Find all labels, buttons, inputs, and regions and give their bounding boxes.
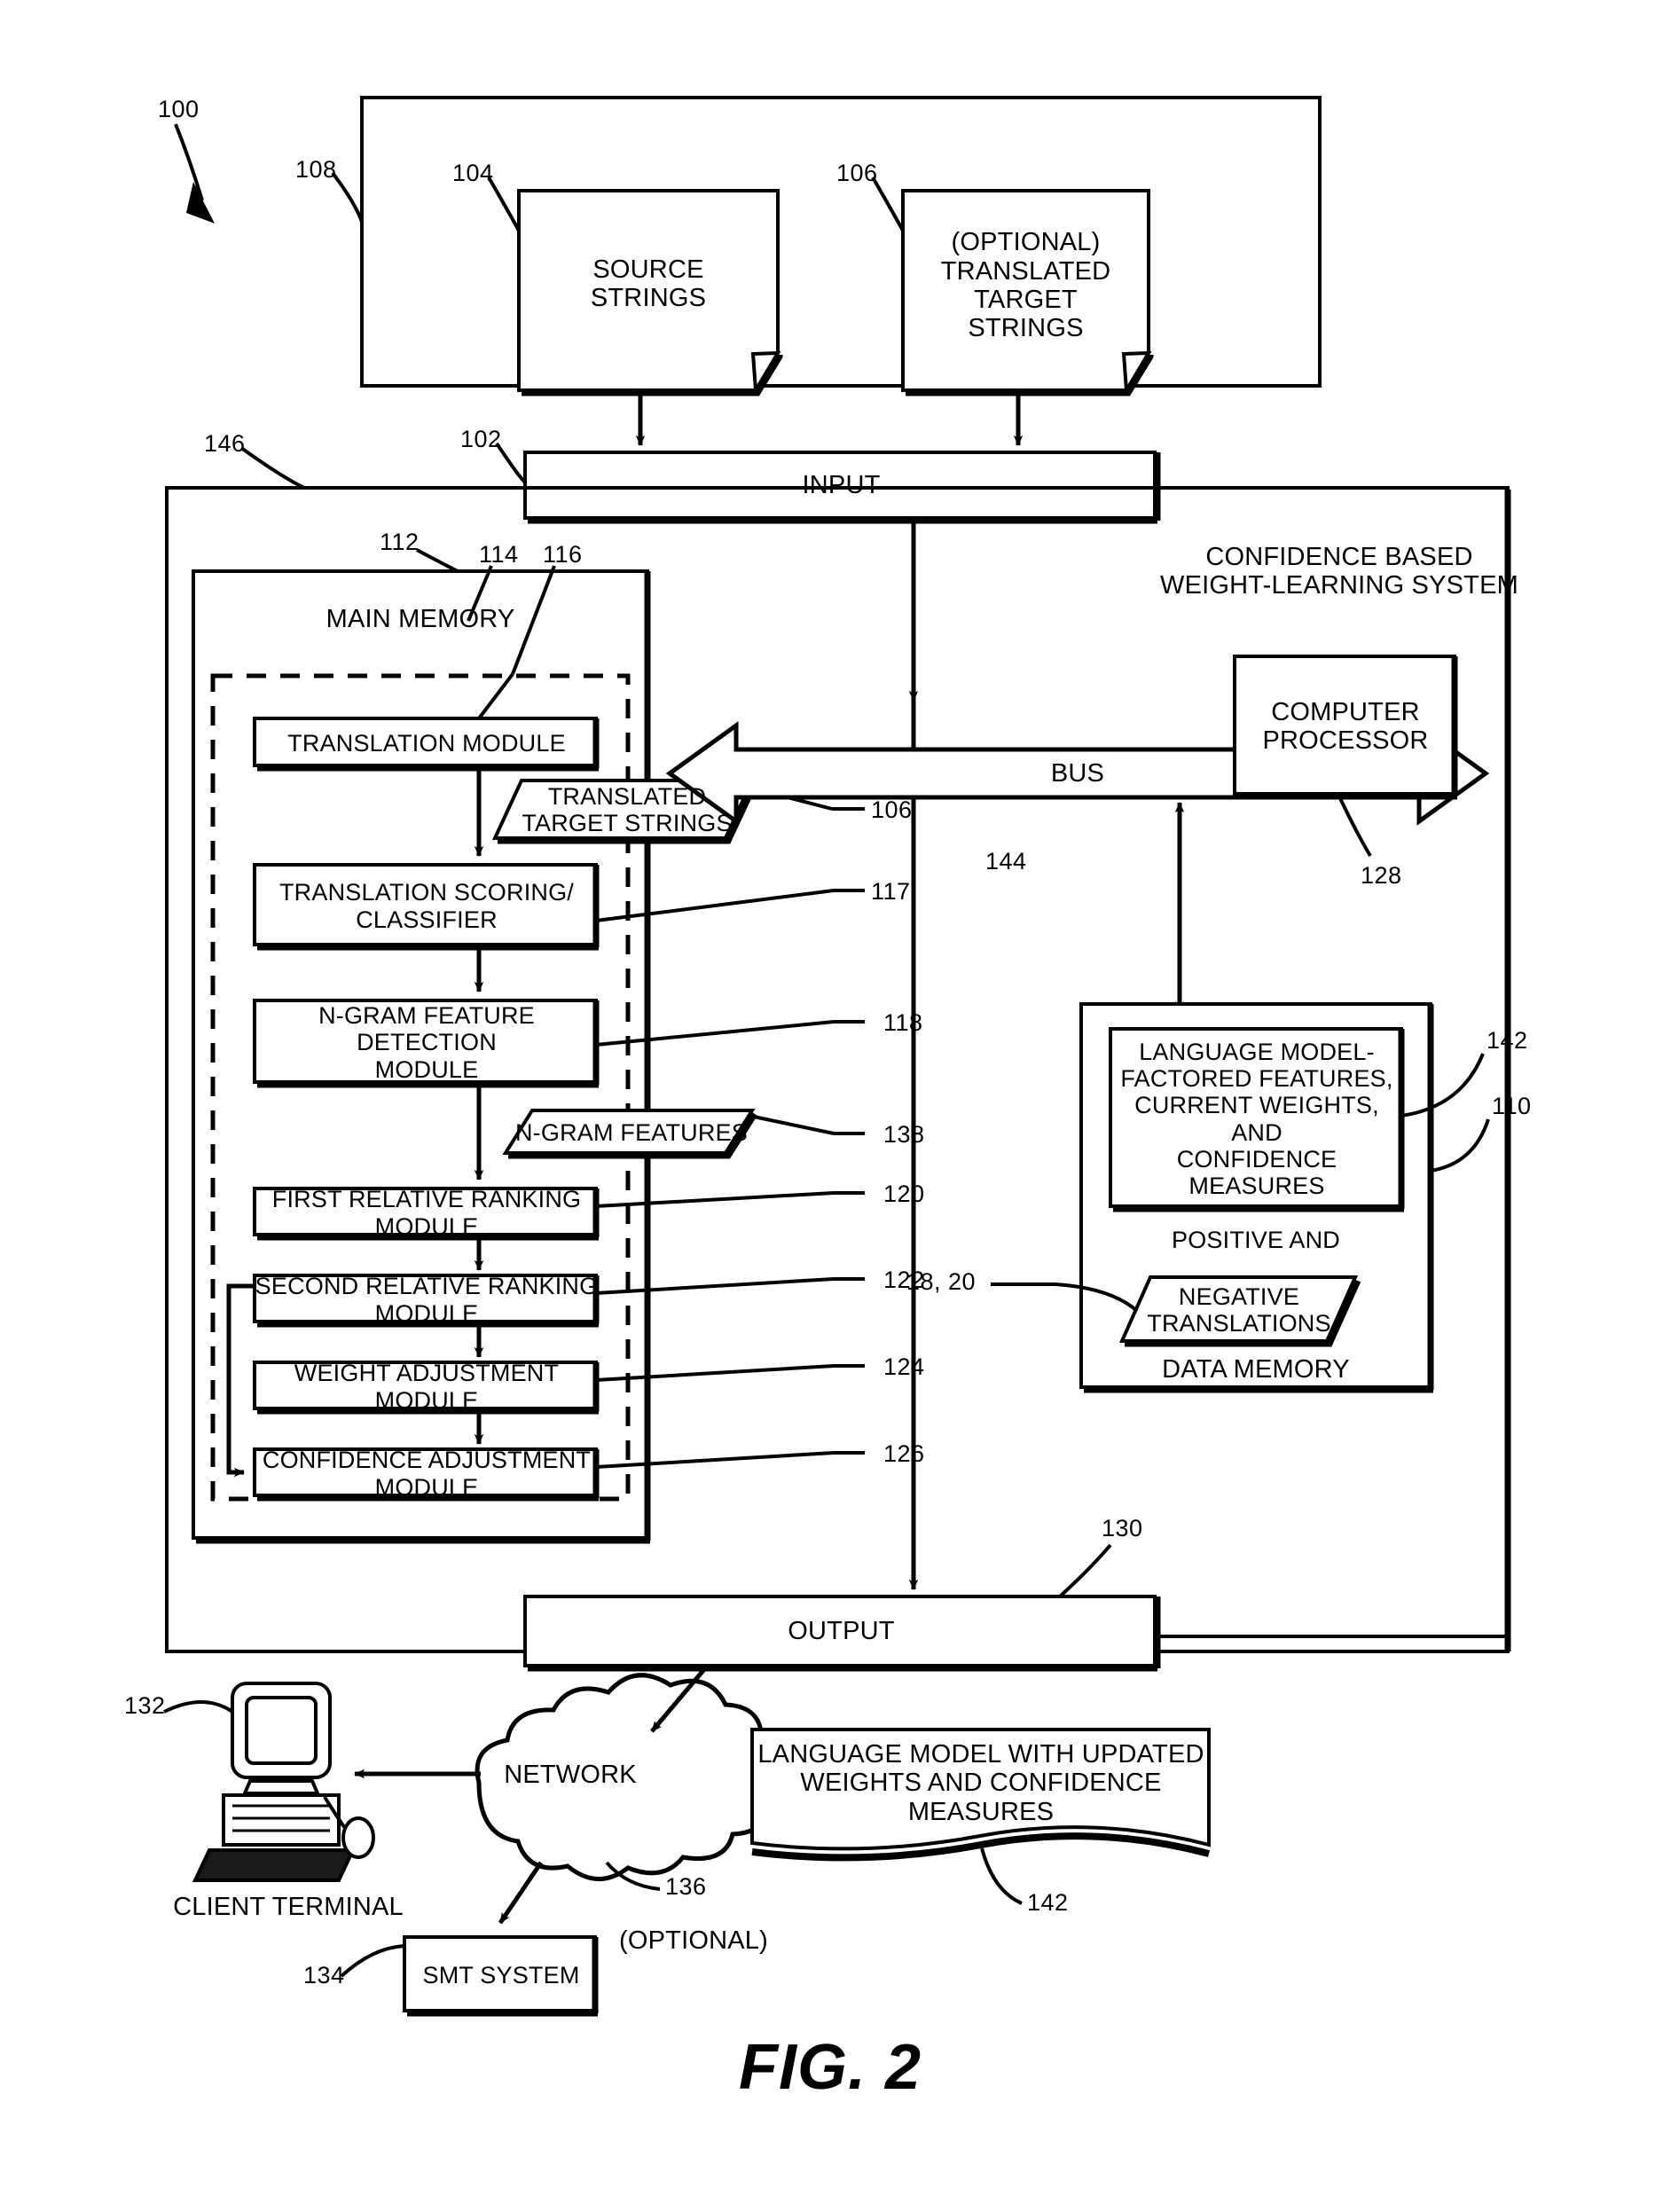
confidence-adjustment-module-label: CONFIDENCE ADJUSTMENT MODULE xyxy=(262,1447,592,1501)
ref-118: 118 xyxy=(883,1009,923,1036)
figure-label: FIG. 2 xyxy=(739,2032,922,2103)
negative-translations-label: NEGATIVE TRANSLATIONS xyxy=(1147,1282,1331,1337)
ref-100: 100 xyxy=(158,96,200,122)
translated-target-strings-module-label: TRANSLATED TARGET STRINGS xyxy=(522,782,733,836)
ref-124: 124 xyxy=(883,1353,925,1380)
language-model-features-label: LANGUAGE MODEL- FACTORED FEATURES, CURRE… xyxy=(1120,1038,1393,1199)
ref-142-features: 142 xyxy=(1487,1027,1528,1054)
diagram-lines xyxy=(163,96,1511,2017)
positive-and-label: POSITIVE AND xyxy=(1172,1226,1340,1253)
ref-104: 104 xyxy=(452,160,494,186)
ref-106-doc: 106 xyxy=(836,160,878,186)
ref-102: 102 xyxy=(460,426,502,452)
ref-117: 117 xyxy=(871,878,911,905)
ref-112: 112 xyxy=(380,529,420,555)
optional-note: (OPTIONAL) xyxy=(619,1926,768,1955)
ref-116: 116 xyxy=(543,541,583,568)
smt-system-label: SMT SYSTEM xyxy=(422,1961,580,1988)
patent-figure: 100 108 104 106 146 102 112 114 116 106 … xyxy=(0,0,1663,2212)
ref-108: 108 xyxy=(295,156,337,183)
ref-144: 144 xyxy=(985,848,1027,875)
ref-142-output: 142 xyxy=(1027,1889,1069,1916)
computer-processor-label: COMPUTER PROCESSOR xyxy=(1262,697,1429,755)
ref-130: 130 xyxy=(1102,1515,1143,1541)
system-title: CONFIDENCE BASED WEIGHT-LEARNING SYSTEM xyxy=(1160,542,1518,600)
translation-module-label: TRANSLATION MODULE xyxy=(287,729,566,757)
main-memory-label: MAIN MEMORY xyxy=(326,604,515,633)
bus-label: BUS xyxy=(1050,758,1105,788)
network-label: NETWORK xyxy=(504,1760,637,1789)
input-label: INPUT xyxy=(802,470,881,499)
first-relative-ranking-module-label: FIRST RELATIVE RANKING MODULE xyxy=(271,1186,582,1240)
ref-110: 110 xyxy=(1492,1093,1532,1119)
ngram-features-label: N-GRAM FEATURES xyxy=(514,1118,748,1146)
ref-18-20: 18, 20 xyxy=(906,1268,977,1295)
ref-128: 128 xyxy=(1361,862,1402,889)
ref-136: 136 xyxy=(665,1873,707,1900)
source-strings-label: SOURCE STRINGS xyxy=(590,255,707,312)
output-label: OUTPUT xyxy=(788,1616,895,1645)
ref-138: 138 xyxy=(883,1121,925,1148)
ref-120: 120 xyxy=(883,1181,925,1207)
weight-adjustment-module-label: WEIGHT ADJUSTMENT MODULE xyxy=(294,1360,560,1414)
ref-132: 132 xyxy=(124,1692,166,1719)
second-relative-ranking-module-label: SECOND RELATIVE RANKING MODULE xyxy=(255,1273,599,1327)
ref-114: 114 xyxy=(479,541,519,568)
ref-106-module: 106 xyxy=(871,796,913,823)
client-terminal-label: CLIENT TERMINAL xyxy=(173,1892,404,1921)
ref-146: 146 xyxy=(204,430,246,457)
translation-scoring-classifier-label: TRANSLATION SCORING/ CLASSIFIER xyxy=(278,879,575,933)
translated-target-strings-doc-label: (OPTIONAL) TRANSLATED TARGET STRINGS xyxy=(940,228,1111,343)
data-memory-label: DATA MEMORY xyxy=(1162,1354,1350,1384)
ref-126: 126 xyxy=(883,1440,925,1467)
ngram-feature-detection-module-label: N-GRAM FEATURE DETECTION MODULE xyxy=(318,1002,535,1083)
language-model-output-label: LANGUAGE MODEL WITH UPDATED WEIGHTS AND … xyxy=(757,1739,1204,1826)
ref-134: 134 xyxy=(303,1962,345,1988)
